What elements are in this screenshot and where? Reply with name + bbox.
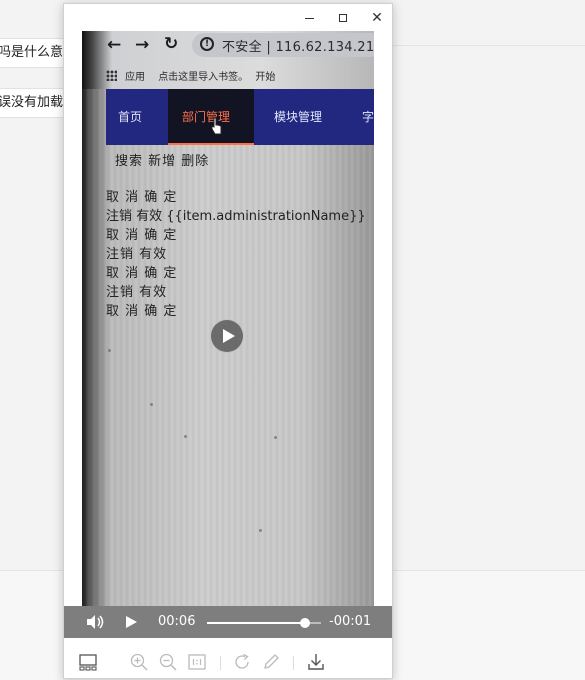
back-arrow-icon: ← [107, 35, 122, 55]
photo-speck [184, 435, 187, 438]
address-bar: ! 不安全 | 116.62.134.216: [192, 33, 374, 57]
minimize-button[interactable] [294, 6, 324, 30]
text-line: 注销 有效 [106, 247, 168, 262]
play-button[interactable] [126, 616, 137, 628]
close-button[interactable]: ✕ [362, 6, 392, 30]
seek-bar-fill [207, 622, 306, 624]
edit-button[interactable] [261, 652, 281, 672]
hand-cursor-icon [211, 117, 222, 135]
volume-icon[interactable] [86, 614, 106, 630]
current-time: 00:06 [158, 614, 196, 629]
text-line: 注销 有效 {{item.administrationName}} [106, 209, 366, 224]
edit-icon [264, 654, 279, 669]
play-overlay-button[interactable] [210, 319, 244, 353]
viewer-toolbar [64, 644, 392, 678]
close-icon: ✕ [371, 10, 383, 26]
bookmarks-bar: 应用 点击这里导入书签。 开始 [106, 68, 275, 83]
bookmark-apps: 应用 [125, 72, 145, 83]
actual-size-icon [188, 654, 206, 670]
action-links: 搜索 新增 删除 [115, 154, 210, 169]
zoom-out-icon [159, 653, 177, 671]
background-message[interactable]: 误没有加载 [0, 88, 64, 118]
toolbar-separator [220, 656, 221, 670]
info-icon: ! [200, 37, 214, 51]
photographed-nav-bar: 首页 部门管理 模块管理 字 [106, 89, 374, 145]
address-text: 不安全 | 116.62.134.216: [222, 40, 374, 55]
bookmark-start: 开始 [255, 72, 276, 83]
seek-bar[interactable] [207, 618, 321, 628]
thumbnail-view-button[interactable] [78, 652, 98, 672]
zoom-out-button[interactable] [158, 652, 178, 672]
photo-speck [150, 403, 153, 406]
nav-item-home: 首页 [118, 110, 143, 124]
text-line: 取 消 确 定 [106, 266, 178, 281]
download-icon [308, 654, 324, 670]
photo-speck [259, 529, 262, 532]
reload-icon: ↻ [164, 34, 179, 54]
text-line: 取 消 确 定 [106, 190, 178, 205]
text-line: 取 消 确 定 [106, 228, 178, 243]
video-frame[interactable]: ← → ↻ ! 不安全 | 116.62.134.216: 应用 点击这里导入书… [82, 31, 374, 637]
remaining-time: -00:01 [329, 614, 372, 629]
title-bar: ✕ [64, 4, 392, 32]
maximize-icon [339, 14, 347, 22]
seek-bar-handle[interactable] [300, 618, 311, 628]
toolbar-separator [293, 656, 294, 670]
thumbnail-view-icon [79, 654, 97, 671]
text-line: 注销 有效 [106, 285, 168, 300]
photo-speck [108, 349, 111, 352]
actual-size-button[interactable] [187, 652, 207, 672]
forward-arrow-icon: → [135, 35, 150, 55]
background-message[interactable]: 吗是什么意 [0, 38, 64, 68]
nav-item-module: 模块管理 [274, 110, 323, 124]
minimize-icon [304, 17, 314, 19]
photographed-browser-bar: ← → ↻ ! 不安全 | 116.62.134.216: 应用 点击这里导入书… [82, 31, 374, 89]
text-line: 取 消 确 定 [106, 304, 178, 319]
nav-item-partial: 字 [362, 110, 374, 124]
zoom-in-button[interactable] [129, 652, 149, 672]
download-button[interactable] [306, 652, 326, 672]
rotate-button[interactable] [232, 652, 252, 672]
playback-controls: 00:06 -00:01 [64, 606, 392, 638]
zoom-in-icon [130, 653, 148, 671]
photo-speck [274, 436, 277, 439]
media-viewer-window: ✕ ← → ↻ ! 不安全 | 116.62.134.216: 应用 点击这里导… [63, 3, 393, 679]
maximize-button[interactable] [328, 6, 358, 30]
rotate-icon [235, 653, 249, 669]
apps-grid-icon [106, 70, 117, 81]
bookmark-hint: 点击这里导入书签。 [158, 72, 249, 83]
